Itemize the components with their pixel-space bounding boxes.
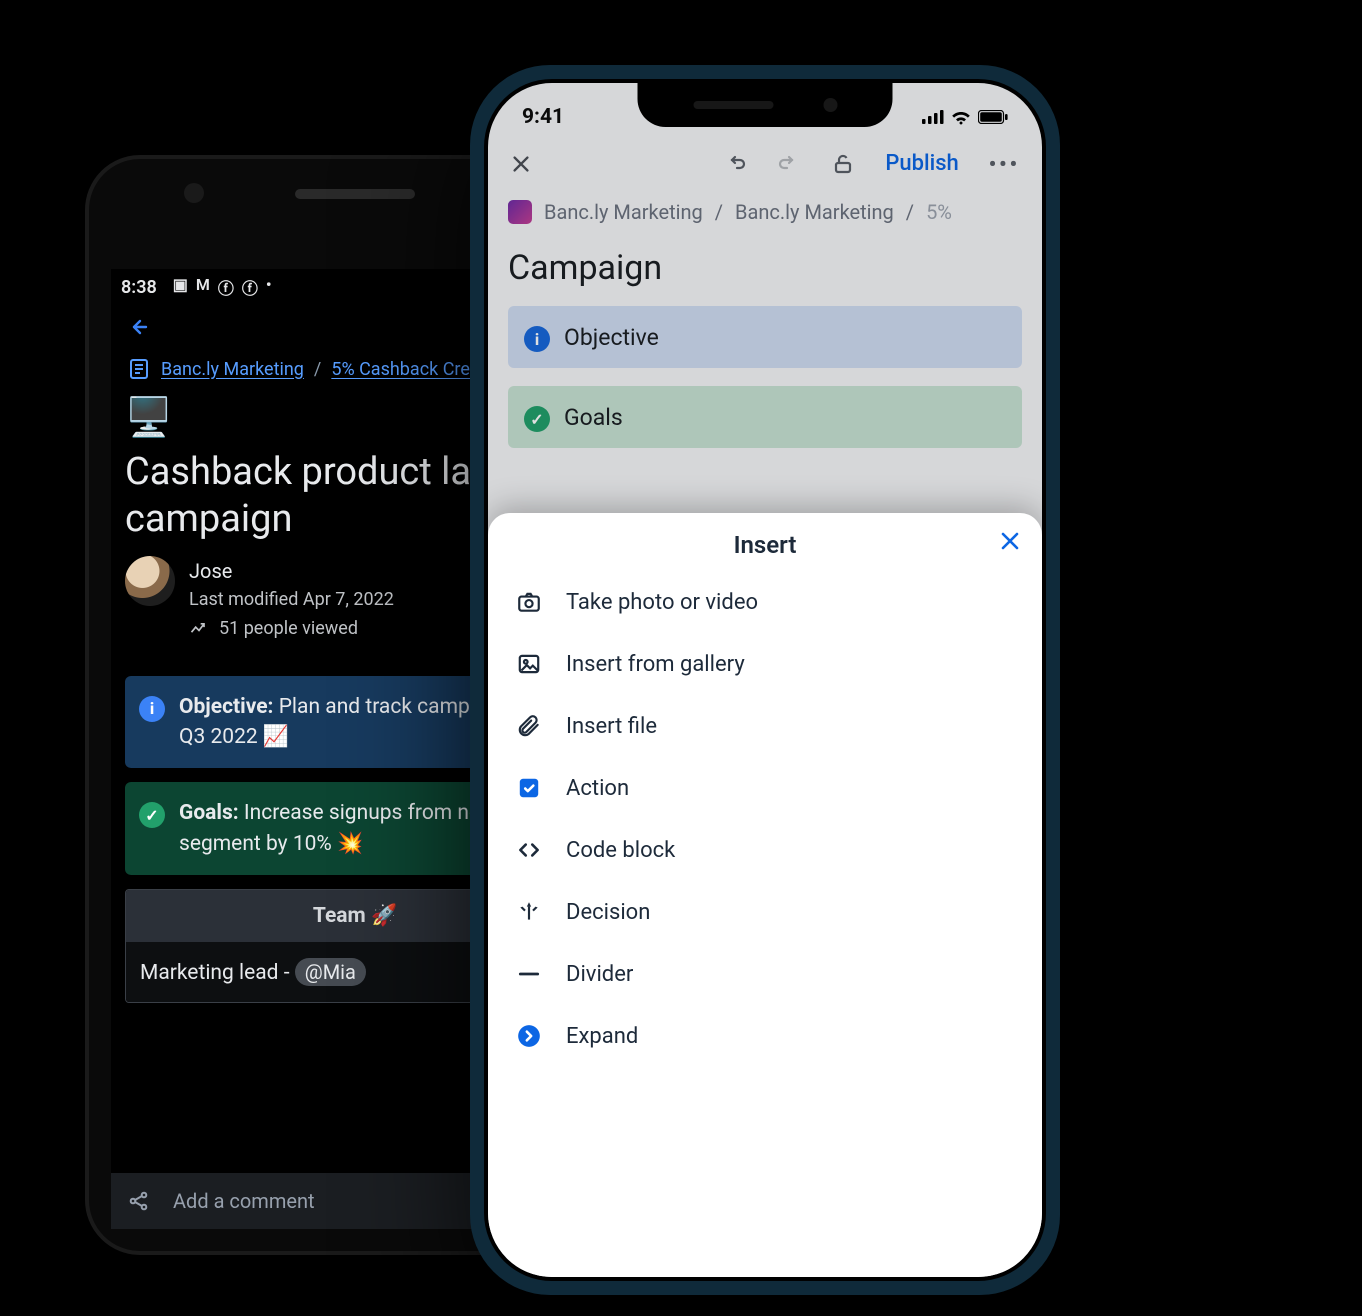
info-icon: i xyxy=(139,696,165,722)
goals-panel[interactable]: ✓ Goals xyxy=(508,386,1022,448)
breadcrumb-separator: / xyxy=(314,359,321,380)
insert-option-label: Divider xyxy=(566,962,633,987)
breadcrumb-separator: / xyxy=(715,200,723,224)
decision-icon xyxy=(514,899,544,925)
breadcrumb-page-link[interactable]: 5% Cashback Credit xyxy=(331,359,490,380)
battery-icon xyxy=(978,110,1008,124)
camera-icon xyxy=(514,589,544,615)
goals-label: Goals: xyxy=(179,801,239,825)
attach-icon xyxy=(514,713,544,739)
insert-option-label: Code block xyxy=(566,838,675,863)
breadcrumb-current-truncated: 5% xyxy=(926,200,952,224)
ios-screen: 9:41 xyxy=(488,83,1042,1277)
insert-option-expand[interactable]: Expand xyxy=(496,1005,1034,1067)
insert-option-label: Decision xyxy=(566,900,650,925)
breadcrumb-parent-link[interactable]: Banc.ly Marketing xyxy=(735,200,894,224)
insert-option-decision[interactable]: Decision xyxy=(496,881,1034,943)
author-name[interactable]: Jose xyxy=(189,556,394,586)
success-check-icon: ✓ xyxy=(524,406,550,432)
overflow-menu-icon[interactable]: ••• xyxy=(989,152,1020,176)
objective-panel[interactable]: i Objective xyxy=(508,306,1022,368)
insert-option-camera[interactable]: Take photo or video xyxy=(496,571,1034,633)
code-icon xyxy=(514,837,544,863)
insert-options-list: Take photo or video Insert from gallery In… xyxy=(488,565,1042,1073)
breadcrumb-space-link[interactable]: Banc.ly Marketing xyxy=(544,200,703,224)
insert-option-label: Insert file xyxy=(566,714,657,739)
insert-bottom-sheet: Insert Take photo or video Insert from ga… xyxy=(488,513,1042,1277)
status-time: 9:41 xyxy=(522,105,564,129)
facebook-icon: ⓕ xyxy=(218,275,234,299)
insert-option-label: Expand xyxy=(566,1024,638,1049)
picture-icon: ▣ xyxy=(173,275,188,299)
insert-option-label: Insert from gallery xyxy=(566,652,745,677)
speaker-grill xyxy=(295,189,415,199)
expand-icon xyxy=(514,1023,544,1049)
analytics-icon xyxy=(189,618,209,638)
breadcrumb-separator: / xyxy=(906,200,914,224)
author-avatar[interactable] xyxy=(125,556,175,606)
insert-option-divider[interactable]: Divider xyxy=(496,943,1034,1005)
breadcrumb-space-link[interactable]: Banc.ly Marketing xyxy=(161,359,304,380)
undo-icon[interactable] xyxy=(723,152,747,176)
space-avatar-icon[interactable] xyxy=(508,200,532,224)
more-dot-icon: • xyxy=(266,275,272,299)
editor-toolbar: Publish ••• xyxy=(488,137,1042,186)
device-notch xyxy=(638,83,893,127)
status-tray: ▣ M ⓕ ⓕ • xyxy=(173,275,272,299)
sheet-title: Insert xyxy=(508,531,1022,559)
success-check-icon: ✓ xyxy=(139,802,165,828)
objective-panel-label: Objective xyxy=(564,324,659,351)
page-icon xyxy=(127,357,151,381)
unlock-icon[interactable] xyxy=(831,152,855,176)
row-text: Marketing lead - xyxy=(140,961,295,985)
status-time: 8:38 xyxy=(121,277,157,298)
back-arrow-icon[interactable] xyxy=(125,315,149,339)
close-icon[interactable] xyxy=(998,529,1022,553)
insert-option-label: Take photo or video xyxy=(566,590,758,615)
share-icon[interactable] xyxy=(127,1189,151,1213)
image-icon xyxy=(514,651,544,677)
insert-option-image[interactable]: Insert from gallery xyxy=(496,633,1034,695)
close-icon[interactable] xyxy=(510,153,532,175)
title-emoji: 🖥️ xyxy=(125,395,172,443)
action-icon xyxy=(514,775,544,801)
wifi-icon xyxy=(950,109,972,125)
facebook-icon: ⓕ xyxy=(242,275,258,299)
insert-option-code[interactable]: Code block xyxy=(496,819,1034,881)
insert-option-label: Action xyxy=(566,776,629,801)
goals-panel-label: Goals xyxy=(564,404,623,431)
cellular-signal-icon xyxy=(922,110,944,124)
last-modified-text: Last modified Apr 7, 2022 xyxy=(189,586,394,613)
user-mention[interactable]: @Mia xyxy=(295,958,366,986)
divider-icon xyxy=(514,961,544,987)
insert-option-attach[interactable]: Insert file xyxy=(496,695,1034,757)
insert-option-action[interactable]: Action xyxy=(496,757,1034,819)
viewed-count-text: 51 people viewed xyxy=(219,615,358,642)
gmail-icon: M xyxy=(196,275,210,299)
info-icon: i xyxy=(524,326,550,352)
objective-label: Objective: xyxy=(179,695,273,719)
redo-icon[interactable] xyxy=(777,152,801,176)
ios-device-frame: 9:41 xyxy=(470,65,1060,1295)
publish-button[interactable]: Publish xyxy=(885,151,958,176)
front-camera-dot xyxy=(184,183,204,203)
breadcrumb: Banc.ly Marketing / Banc.ly Marketing / … xyxy=(488,186,1042,230)
comment-input[interactable]: Add a comment xyxy=(173,1189,315,1213)
page-title-input[interactable]: Campaign xyxy=(488,230,1042,306)
